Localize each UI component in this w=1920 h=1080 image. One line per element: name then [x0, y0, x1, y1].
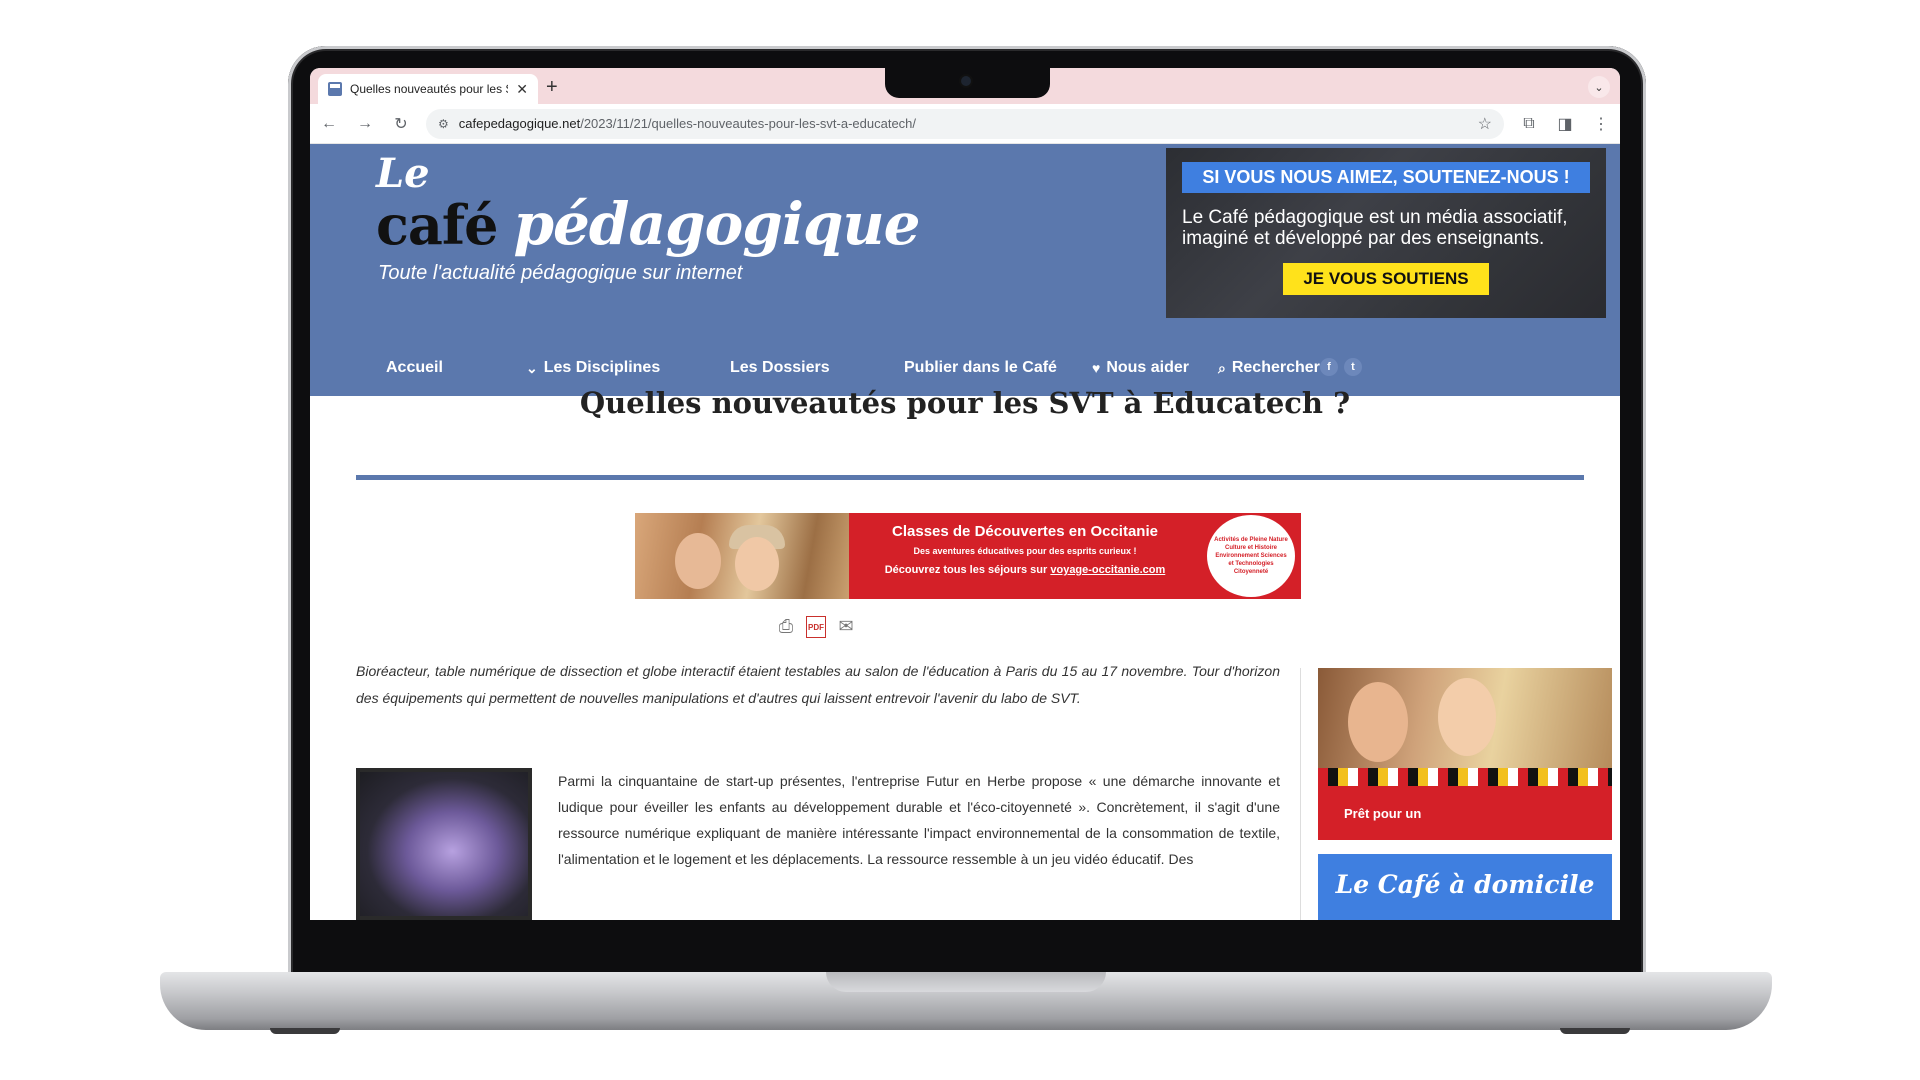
sidebar-divider: [1300, 668, 1301, 920]
article-title: Quelles nouveautés pour les SVT à Educat…: [579, 386, 1351, 420]
nav-nous-aider[interactable]: ♥ Nous aider: [1092, 359, 1189, 377]
print-icon[interactable]: ⎙: [774, 616, 798, 638]
article-tools: ⎙ PDF ✉: [774, 616, 858, 638]
nav-nous-aider-label: Nous aider: [1106, 359, 1189, 376]
favicon-icon: [328, 82, 342, 96]
laptop-groove: [826, 972, 1106, 992]
new-tab-button[interactable]: +: [546, 76, 558, 99]
article-photo: [356, 768, 532, 920]
sidebar-ad-photo: [1318, 668, 1612, 786]
close-icon[interactable]: ✕: [516, 81, 528, 98]
chevron-down-icon: ⌄: [526, 359, 538, 376]
sidebar-ad-text: Prêt pour un: [1318, 786, 1612, 840]
nav-accueil[interactable]: Accueil: [386, 359, 443, 377]
heart-icon: ♥: [1092, 360, 1101, 376]
url-path: /2023/11/21/quelles-nouveautes-pour-les-…: [580, 116, 917, 131]
support-title: SI VOUS NOUS AIMEZ, SOUTENEZ-NOUS !: [1182, 162, 1590, 193]
ad-banner[interactable]: Classes de Découvertes en Occitanie Des …: [635, 513, 1301, 599]
extensions-icon[interactable]: ⧉: [1518, 115, 1540, 133]
support-box: SI VOUS NOUS AIMEZ, SOUTENEZ-NOUS ! Le C…: [1166, 148, 1606, 318]
url-host: cafepedagogique.net: [458, 116, 581, 131]
laptop-notch: [885, 68, 1050, 98]
site-header: Le café pédagogique Toute l'actualité pé…: [310, 144, 1620, 396]
article-intro: Bioréacteur, table numérique de dissecti…: [356, 663, 1280, 706]
tab-title: Quelles nouveautés pour les SVT: [350, 82, 508, 96]
site-info-icon[interactable]: ⚙: [438, 117, 449, 131]
nav-disciplines[interactable]: ⌄ Les Disciplines: [526, 359, 660, 377]
search-icon: ⌕: [1218, 359, 1226, 376]
twitter-icon[interactable]: t: [1344, 358, 1362, 376]
nav-disciplines-label: Les Disciplines: [543, 359, 661, 376]
pdf-icon[interactable]: PDF: [806, 616, 826, 638]
title-divider: [356, 475, 1584, 480]
camera-icon: [961, 76, 971, 86]
ad-cta-link[interactable]: voyage-occitanie.com: [1050, 564, 1165, 576]
side-panel-icon[interactable]: ◨: [1554, 114, 1576, 134]
nav-publier[interactable]: Publier dans le Café: [904, 359, 1057, 377]
laptop-foot: [270, 1028, 340, 1034]
back-icon[interactable]: ←: [318, 115, 340, 133]
ad-cta-text: Découvrez tous les séjours sur: [884, 564, 1051, 576]
site-tagline: Toute l'actualité pédagogique sur intern…: [378, 262, 743, 284]
ad-badge: Activités de Pleine Nature Culture et Hi…: [1207, 515, 1295, 597]
address-bar[interactable]: ⚙ cafepedagogique.net /2023/11/21/quelle…: [426, 108, 1504, 139]
email-icon[interactable]: ✉: [834, 616, 858, 638]
nav-rechercher[interactable]: ⌕ Rechercher: [1218, 359, 1320, 377]
logo-pedagogique: pédagogique: [513, 190, 920, 258]
facebook-icon[interactable]: f: [1320, 358, 1338, 376]
logo-cafe: café: [376, 193, 498, 257]
support-text: Le Café pédagogique est un média associa…: [1182, 207, 1568, 249]
support-button[interactable]: JE VOUS SOUTIENS: [1283, 263, 1489, 295]
screen: Quelles nouveautés pour les SVT ✕ + ⌄ ← …: [310, 68, 1620, 920]
browser-toolbar: ← → ↻ ⚙ cafepedagogique.net /2023/11/21/…: [310, 104, 1620, 144]
browser-tab[interactable]: Quelles nouveautés pour les SVT ✕: [318, 74, 538, 104]
cafe-a-domicile-banner[interactable]: Le Café à domicile: [1318, 854, 1612, 920]
site-logo[interactable]: Le café pédagogique Toute l'actualité pé…: [376, 150, 921, 285]
laptop-foot: [1560, 1028, 1630, 1034]
more-menu-icon[interactable]: ⋮: [1590, 114, 1612, 134]
logo-le: Le: [376, 150, 430, 197]
nav-dossiers[interactable]: Les Dossiers: [730, 359, 830, 377]
forward-icon[interactable]: →: [354, 115, 376, 133]
nav-rechercher-label: Rechercher: [1231, 359, 1320, 376]
sidebar-ad[interactable]: Prêt pour un: [1318, 668, 1612, 840]
bookmark-star-icon[interactable]: ☆: [1478, 114, 1492, 134]
article-body: Parmi la cinquantaine de start-up présen…: [558, 773, 1280, 867]
reload-icon[interactable]: ↻: [390, 114, 412, 134]
chevron-down-icon[interactable]: ⌄: [1588, 76, 1610, 98]
